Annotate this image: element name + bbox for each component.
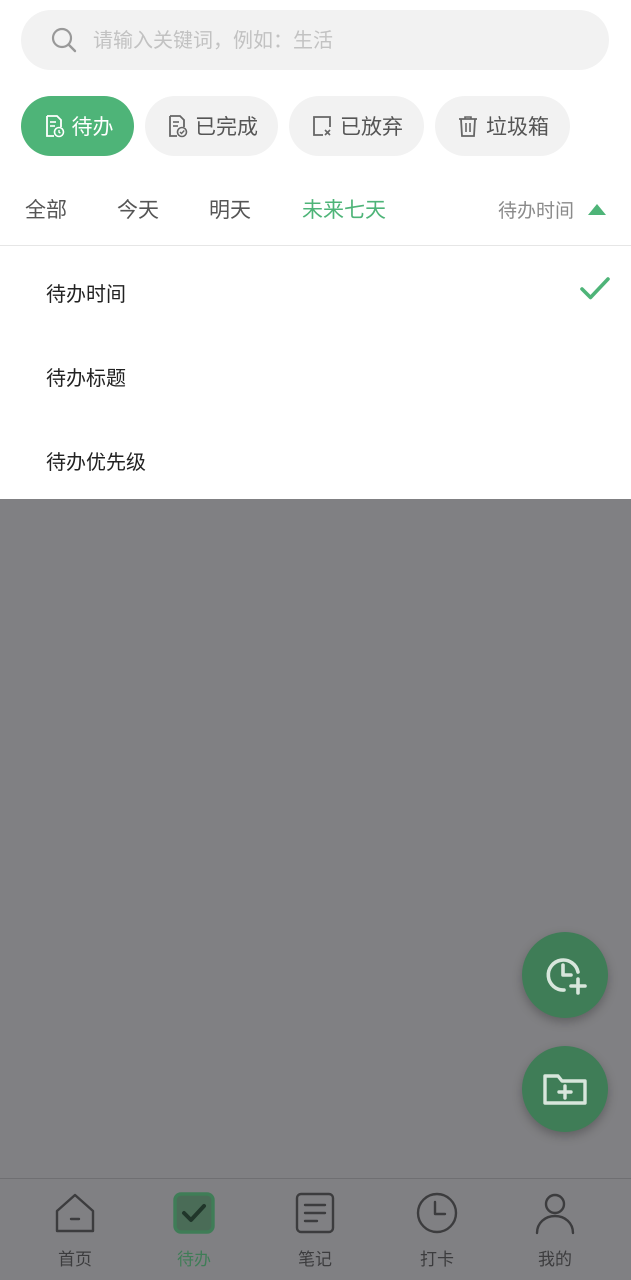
clock-plus-icon [546, 958, 587, 995]
sort-option-title[interactable]: 待办标题 [46, 362, 126, 391]
filter-tab-today[interactable]: 今天 [117, 194, 159, 224]
sort-label: 待办时间 [498, 200, 575, 222]
nav-item-home[interactable]: 首页 [25, 1179, 125, 1280]
dim-overlay[interactable] [0, 499, 631, 1280]
add-timed-todo-button[interactable] [522, 932, 608, 1018]
filter-tab-all[interactable]: 全部 [25, 194, 67, 224]
nav-label: 打卡 [420, 1250, 454, 1270]
chip-abandoned[interactable]: 已放弃 [289, 96, 424, 156]
sort-option-time[interactable]: 待办时间 [46, 278, 126, 307]
nav-item-checkin[interactable]: 打卡 [387, 1179, 487, 1280]
chip-label: 待办 [71, 115, 114, 139]
filter-tab-tomorrow[interactable]: 明天 [209, 194, 251, 224]
sort-menu: 待办时间 待办标题 待办优先级 [0, 246, 631, 499]
checkbox-icon [173, 1192, 215, 1234]
chip-label: 垃圾箱 [486, 115, 549, 139]
person-icon [535, 1193, 575, 1235]
todo-doc-icon [45, 115, 64, 138]
note-icon [295, 1192, 335, 1234]
search-input[interactable] [93, 28, 553, 52]
home-icon [55, 1193, 95, 1233]
search-icon [51, 27, 77, 53]
search-bar[interactable] [21, 10, 609, 70]
nav-label: 首页 [58, 1250, 92, 1270]
folder-plus-icon [543, 1074, 587, 1105]
sort-option-priority[interactable]: 待办优先级 [46, 446, 146, 475]
nav-item-todo[interactable]: 待办 [144, 1179, 244, 1280]
abandoned-doc-icon [313, 116, 331, 136]
triangle-up-icon [588, 204, 607, 215]
checkmark-icon [580, 277, 610, 300]
chip-label: 已放弃 [340, 115, 403, 139]
add-folder-button[interactable] [522, 1046, 608, 1132]
trash-icon [459, 116, 477, 137]
chip-completed[interactable]: 已完成 [145, 96, 278, 156]
chip-trash[interactable]: 垃圾箱 [435, 96, 570, 156]
nav-label: 待办 [177, 1250, 211, 1270]
filter-tab-next-seven-days[interactable]: 未来七天 [302, 194, 386, 224]
nav-item-notes[interactable]: 笔记 [265, 1179, 365, 1280]
bottom-nav: 首页 待办 笔记 打卡 我的 [0, 1178, 631, 1280]
clock-icon [416, 1192, 458, 1234]
todo-page: 待办 已完成 已放弃 垃圾箱 全部 今天 明天 未来七 [0, 0, 631, 1280]
nav-item-me[interactable]: 我的 [505, 1179, 605, 1280]
sort-toggle[interactable]: 待办时间 [498, 196, 607, 223]
chip-label: 已完成 [195, 115, 258, 139]
nav-label: 我的 [538, 1250, 572, 1270]
chip-todo[interactable]: 待办 [21, 96, 134, 156]
nav-label: 笔记 [298, 1250, 332, 1270]
completed-doc-icon [169, 115, 188, 138]
